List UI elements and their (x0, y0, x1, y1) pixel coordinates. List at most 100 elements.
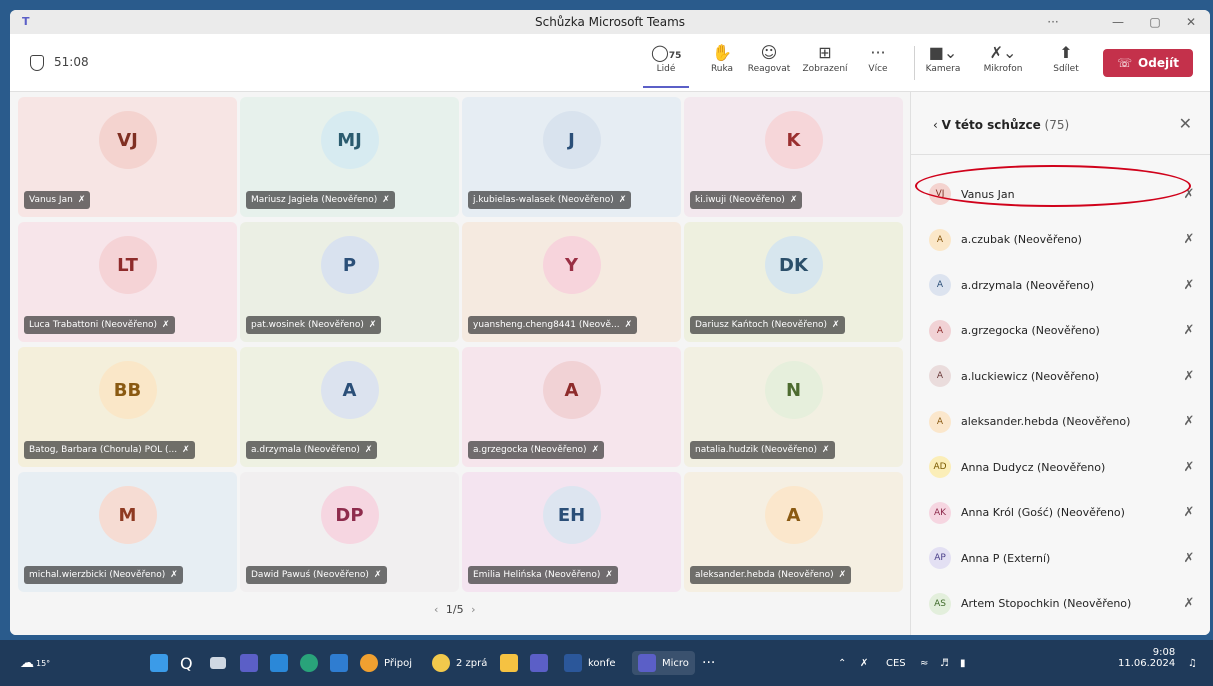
mic-off-icon: ✗ (77, 195, 86, 205)
participant-tile[interactable]: Ppat.wosinek (Neověřeno) ✗ (240, 222, 459, 342)
participant-avatar: AP (929, 547, 951, 569)
close-panel-icon[interactable]: ✕ (1179, 114, 1192, 133)
participant-tile[interactable]: BB Batog, Barbara (Chorula) POL (... ✗ (18, 347, 237, 467)
participant-avatar: MJ (320, 111, 379, 169)
battery-icon[interactable]: ▮ (960, 651, 966, 675)
mic-off-icon: ✗ (1183, 368, 1195, 384)
participant-tile[interactable]: Nnatalia.hudzik (Neověřeno) ✗ (684, 347, 903, 467)
pripoj-app[interactable]: Připoj (360, 651, 412, 675)
participant-tile[interactable]: Aaleksander.hebda (Neověřeno) ✗ (684, 472, 903, 592)
participant-name: michal.wierzbicki (Neověřeno) (29, 570, 166, 580)
participant-avatar: LT (98, 236, 157, 294)
participant-name: a.luckiewicz (Neověřeno) (961, 369, 1100, 383)
share-button[interactable]: ⬆ Sdílet (1051, 42, 1081, 74)
calendar-icon[interactable] (270, 651, 288, 675)
participant-tile[interactable]: Aa.drzymala (Neověřeno) ✗ (240, 347, 459, 467)
chevron-up-icon[interactable]: ⌃ (838, 651, 846, 675)
participant-name: a.drzymala (Neověřeno) (961, 278, 1095, 292)
react-button[interactable]: ☺ Reagovat (745, 42, 793, 74)
cloud-icon: ☁ (20, 655, 34, 671)
toolbar-divider (914, 46, 915, 80)
participant-list-item[interactable]: AD Anna Dudycz (Neověřeno) ✗ (923, 449, 1199, 485)
start-button[interactable] (150, 651, 168, 675)
participant-name: Luca Trabattoni (Neověřeno) (29, 320, 158, 330)
next-page-button[interactable]: › (471, 603, 475, 616)
participant-list-item[interactable]: AK Anna Król (Gość) (Neověřeno) ✗ (923, 495, 1199, 531)
participant-tile[interactable]: DK Dariusz Kańtoch (Neověřeno) ✗ (684, 222, 903, 342)
participant-nameplate: Emilia Helińska (Neověřeno) ✗ (468, 566, 618, 584)
participant-list-item[interactable]: Aa.drzymala (Neověřeno) ✗ (923, 267, 1199, 303)
mic-label: Mikrofon (983, 64, 1023, 74)
participant-list-item[interactable]: Aa.grzegocka (Neověřeno) ✗ (923, 313, 1199, 349)
participant-count: (75) (1044, 118, 1070, 132)
participant-avatar: A (929, 410, 951, 433)
close-window-button[interactable]: ✕ (1178, 13, 1204, 31)
participant-nameplate: michal.wierzbicki (Neověřeno) ✗ (24, 566, 183, 584)
search-icon[interactable]: Q (180, 651, 193, 675)
participant-list-item[interactable]: AS Artem Stopochkin (Neověřeno) ✗ (923, 586, 1199, 622)
wifi-icon[interactable]: ≈ (920, 651, 928, 675)
participant-list-item[interactable]: AP Anna P (Externí) ✗ (923, 540, 1199, 576)
messages-app[interactable]: 2 zprá (432, 651, 487, 675)
participant-tile[interactable]: Kki.iwuji (Neověřeno) ✗ (684, 97, 903, 217)
minimize-button[interactable]: — (1105, 13, 1131, 31)
weather-widget[interactable]: ☁ 15° (20, 651, 50, 675)
participant-tile[interactable]: DP Dawid Pawuś (Neověřeno) ✗ (240, 472, 459, 592)
raise-hand-button[interactable]: ✋ Ruka (707, 42, 737, 74)
participant-nameplate: pat.wosinek (Neověřeno) ✗ (246, 316, 382, 334)
participant-name: Artem Stopochkin (Neověřeno) (961, 597, 1132, 610)
participant-nameplate: ki.iwuji (Neověřeno) ✗ (690, 191, 803, 209)
mail-icon[interactable] (330, 651, 348, 675)
participant-tile[interactable]: MJ Mariusz Jagieła (Neověřeno) ✗ (240, 97, 459, 217)
panel-divider (911, 154, 1210, 155)
participant-tile[interactable]: Aa.grzegocka (Neověřeno) ✗ (462, 347, 681, 467)
participant-avatar: A (929, 319, 951, 342)
task-view-icon[interactable] (210, 651, 226, 675)
notification-bell-icon[interactable]: ♫ (1188, 651, 1197, 675)
back-icon[interactable]: ‹ (933, 118, 938, 132)
participant-avatar: P (320, 236, 379, 294)
ellipsis-icon: ··· (870, 43, 886, 62)
teams-meeting-app[interactable]: Micro (632, 651, 695, 675)
microphone-button[interactable]: ✗⌄ Mikrofon (980, 42, 1026, 74)
participant-avatar: A (542, 361, 601, 419)
prev-page-button[interactable]: ‹ (434, 603, 438, 616)
more-options-icon[interactable]: ··· (1040, 13, 1066, 31)
mic-off-icon: ✗⌄ (989, 43, 1017, 62)
participant-nameplate: Dawid Pawuś (Neověřeno) ✗ (246, 566, 387, 584)
participant-nameplate: yuansheng.cheng8441 (Neově... ✗ (468, 316, 638, 334)
teams-classic-icon[interactable] (530, 651, 548, 675)
participant-tile[interactable]: VJ Vanus Jan ✗ (18, 97, 237, 217)
browser-icon[interactable] (300, 651, 318, 675)
file-explorer-icon[interactable] (500, 651, 518, 675)
participant-name: Anna Król (Gość) (Neověřeno) (961, 506, 1125, 519)
people-button[interactable]: ◯75 Lidé (643, 42, 689, 88)
teams-taskbar-icon[interactable] (240, 651, 258, 675)
mic-off-icon: ✗ (821, 445, 830, 455)
maximize-button[interactable]: ▢ (1142, 13, 1168, 31)
highlight-annotation (915, 165, 1191, 207)
participant-tile[interactable]: EH Emilia Helińska (Neověřeno) ✗ (462, 472, 681, 592)
volume-icon[interactable]: ♬ (940, 651, 949, 675)
participant-tile[interactable]: Yyuansheng.cheng8441 (Neově... ✗ (462, 222, 681, 342)
leave-button[interactable]: ☏ Odejít (1103, 49, 1193, 77)
language-indicator[interactable]: CES (886, 651, 906, 675)
clock[interactable]: 9:08 11.06.2024 (1118, 647, 1175, 679)
participant-name: j.kubielas-walasek (Neověřeno) (473, 195, 614, 205)
participant-tile[interactable]: Jj.kubielas-walasek (Neověřeno) ✗ (462, 97, 681, 217)
participant-list-item[interactable]: Aa.luckiewicz (Neověřeno) ✗ (923, 358, 1199, 394)
participant-tile[interactable]: LT Luca Trabattoni (Neověřeno) ✗ (18, 222, 237, 342)
teams-icon (638, 654, 656, 672)
view-button[interactable]: ⊞ Zobrazení (800, 42, 850, 74)
participant-list-item[interactable]: Aaleksander.hebda (Neověřeno) ✗ (923, 404, 1199, 440)
participant-list-item[interactable]: Aa.czubak (Neověřeno) ✗ (923, 222, 1199, 258)
mic-off-icon: ✗ (1183, 550, 1195, 566)
more-apps-icon[interactable]: ··· (702, 651, 715, 675)
participant-name: Batog, Barbara (Chorula) POL (... (29, 445, 178, 455)
word-app[interactable]: konfe (564, 651, 616, 675)
participant-avatar: A (929, 228, 951, 251)
mic-muted-tray-icon[interactable]: ✗ (860, 651, 868, 675)
participant-tile[interactable]: Mmichal.wierzbicki (Neověřeno) ✗ (18, 472, 237, 592)
more-button[interactable]: ··· Více (863, 42, 893, 74)
camera-button[interactable]: ■⌄ Kamera (922, 42, 964, 74)
